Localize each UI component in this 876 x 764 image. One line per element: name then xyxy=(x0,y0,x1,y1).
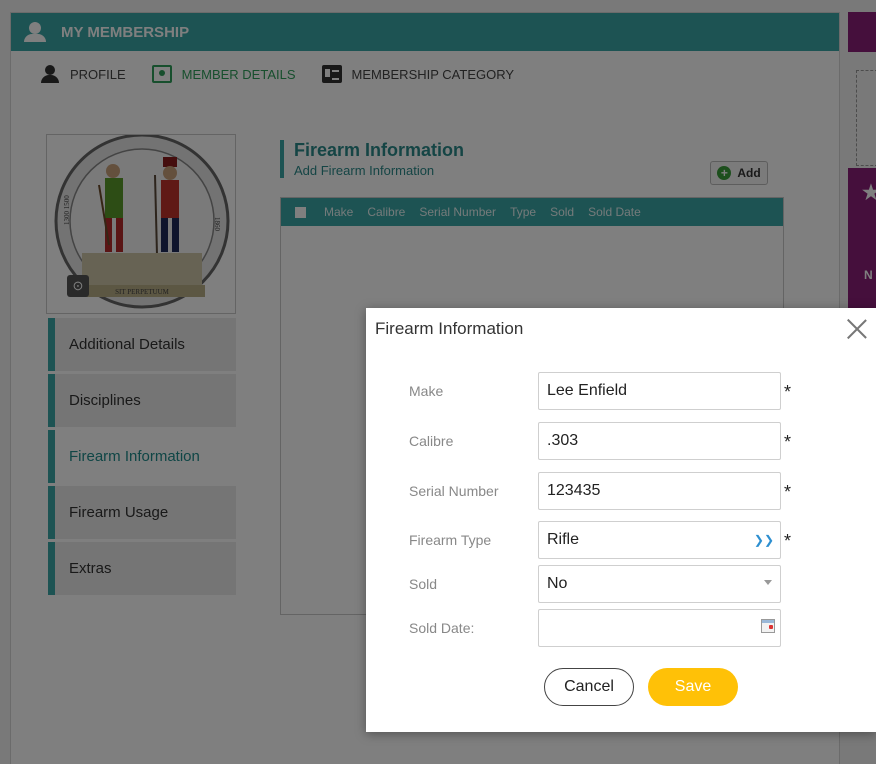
sold-date-input[interactable] xyxy=(538,609,781,647)
firearm-type-value: Rifle xyxy=(547,531,580,548)
make-input[interactable]: Lee Enfield xyxy=(538,372,781,410)
sold-value: No xyxy=(547,575,568,592)
double-chevron-down-icon[interactable]: ❯❯ xyxy=(754,522,774,558)
sold-label: Sold xyxy=(409,576,438,592)
caret-down-icon xyxy=(764,580,772,585)
firearm-type-required-mark: * xyxy=(784,531,792,551)
dialog-title: Firearm Information xyxy=(375,319,524,338)
serial-number-required-mark: * xyxy=(784,482,792,502)
serial-number-label: Serial Number xyxy=(409,483,499,499)
make-label: Make xyxy=(409,383,444,399)
firearm-type-label: Firearm Type xyxy=(409,532,492,548)
firearm-information-dialog: Firearm Information Make Lee Enfield * C… xyxy=(366,308,876,732)
calibre-input[interactable]: .303 xyxy=(538,422,781,460)
close-icon[interactable] xyxy=(844,316,870,342)
serial-number-input[interactable]: 123435 xyxy=(538,472,781,510)
firearm-type-select[interactable]: Rifle ❯❯ xyxy=(538,521,781,559)
calendar-icon[interactable] xyxy=(761,619,775,633)
calibre-required-mark: * xyxy=(784,432,792,452)
save-button[interactable]: Save xyxy=(648,668,738,706)
calibre-label: Calibre xyxy=(409,433,454,449)
sold-date-label: Sold Date: xyxy=(409,620,475,636)
make-required-mark: * xyxy=(784,382,792,402)
sold-select[interactable]: No xyxy=(538,565,781,603)
cancel-button[interactable]: Cancel xyxy=(544,668,634,706)
